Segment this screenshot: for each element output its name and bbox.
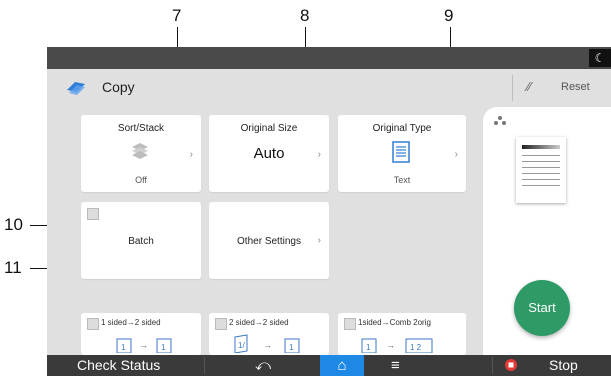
sort-stack-value: Off [135,175,147,185]
home-icon[interactable]: ⌂ [320,355,364,376]
shortcut-label: 1sided→Comb 2orig [358,318,431,327]
svg-text:1/: 1/ [238,341,245,350]
original-type-title: Original Type [372,123,432,134]
shortcut-label: 2 sided→2 sided [229,318,289,327]
app-header: Copy ⁄⁄ Reset [47,69,611,105]
callout-9: 9 [444,6,454,25]
copy-icon [67,82,85,95]
shortcut-1sided-2sided[interactable]: 1 sided→2 sided 1 → 1 [81,313,201,355]
system-status-bar: ☾ [47,47,611,69]
duplex-diagram-icon: 1 → 1 [116,338,172,353]
shortcut-1sided-comb-2orig[interactable]: 1sided→Comb 2orig 1 → 1 2 [338,313,466,355]
back-icon[interactable]: ⤺ [255,355,271,376]
callout-7: 7 [172,6,182,25]
chevron-right-icon: › [454,149,458,160]
shortcut-checkbox[interactable] [87,318,99,330]
preview-text-line [522,179,560,180]
svg-text:1: 1 [161,343,166,352]
batch-tile[interactable]: Batch [81,202,201,279]
original-type-value: Text [393,175,411,185]
other-settings-title: Other Settings [237,236,301,247]
reset-button[interactable]: ⁄⁄ Reset [512,75,611,101]
preview-text-line [522,167,560,168]
bottom-bar: Check Status ⤺ ⌂ ≡ Stop [47,355,611,376]
original-type-tile[interactable]: Original Type › Text [338,115,466,192]
svg-text:→: → [386,340,395,350]
stop-label: Stop [549,357,578,373]
sort-stack-tile[interactable]: Sort/Stack › Off [81,115,201,192]
combine-diagram-icon: 1 → 1 2 [361,338,433,353]
preview-text-line [522,173,560,174]
batch-title: Batch [128,236,154,247]
document-icon [392,141,410,163]
preview-text-line [522,161,560,162]
callout-11: 11 [4,258,22,277]
callout-10: 10 [4,215,23,234]
reset-label: Reset [561,81,590,93]
other-settings-tile[interactable]: Other Settings › [209,202,329,279]
check-status-button[interactable]: Check Status [77,355,160,376]
stop-icon [505,359,517,371]
shortcut-checkbox[interactable] [344,318,356,330]
bottom-bar-divider [492,357,493,374]
svg-text:1 2: 1 2 [410,343,422,352]
reset-icon: ⁄⁄ [527,79,532,94]
batch-checkbox[interactable] [87,208,99,220]
menu-icon[interactable]: ≡ [391,355,400,376]
stack-icon [132,143,148,159]
app-title: Copy [102,79,135,95]
duplex-diagram-icon: 1/ → 1 [234,334,300,353]
callout-8: 8 [300,6,310,25]
sort-stack-title: Sort/Stack [117,123,165,134]
original-size-value: Auto [253,145,285,162]
preview-text-line [522,155,560,156]
svg-text:→: → [263,340,272,350]
start-button[interactable]: Start [514,280,570,336]
svg-text:1: 1 [289,343,294,352]
shortcut-checkbox[interactable] [215,318,227,330]
copy-screen: Copy ⁄⁄ Reset Sort/Stack › Off Original … [47,69,611,355]
bottom-bar-divider [204,357,205,374]
svg-text:1: 1 [366,343,371,352]
original-size-tile[interactable]: Original Size Auto › [209,115,329,192]
preview-text-line [522,185,560,186]
shortcut-2sided-2sided[interactable]: 2 sided→2 sided 1/ → 1 [209,313,329,355]
chevron-right-icon: › [317,235,321,246]
preview-text-line [522,145,560,149]
preview-dots-icon [494,116,506,125]
page-preview-thumbnail[interactable] [516,137,566,203]
moon-icon[interactable]: ☾ [589,49,611,67]
chevron-right-icon: › [189,149,193,160]
chevron-right-icon: › [317,149,321,160]
svg-text:1: 1 [121,343,126,352]
svg-text:→: → [139,340,148,350]
original-size-title: Original Size [240,123,298,134]
shortcut-label: 1 sided→2 sided [101,318,161,327]
